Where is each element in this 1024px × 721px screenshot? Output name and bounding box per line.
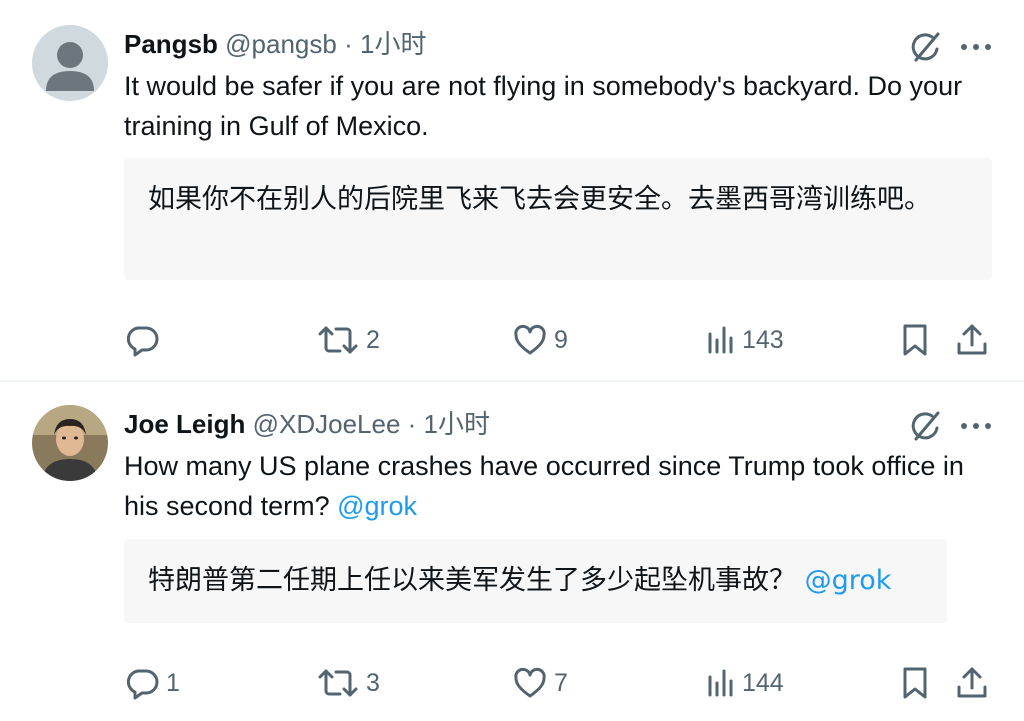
heart-icon <box>512 322 548 358</box>
author-handle[interactable]: @pangsb <box>225 29 337 59</box>
translation-box: 特朗普第二任期上任以来美军发生了多少起坠机事故？ @grok <box>124 539 947 623</box>
like-count: 9 <box>554 325 568 354</box>
grok-icon[interactable] <box>908 30 942 64</box>
author-handle[interactable]: @XDJoeLee <box>253 409 401 439</box>
action-bar: 1 3 7 144 <box>124 663 994 703</box>
translation-mention[interactable]: @grok <box>805 565 892 596</box>
action-bar: 2 9 143 <box>124 320 994 360</box>
timestamp[interactable]: 1小时 <box>424 409 490 439</box>
separator: · <box>407 409 417 439</box>
grok-icon[interactable] <box>908 409 942 443</box>
translation-text: 特朗普第二任期上任以来美军发生了多少起坠机事故？ <box>148 565 805 596</box>
like-button[interactable]: 7 <box>512 663 568 703</box>
reply-icon <box>124 322 160 358</box>
author-name[interactable]: Joe Leigh <box>124 409 245 439</box>
views-count: 144 <box>742 668 784 697</box>
retweet-button[interactable]: 3 <box>316 663 380 703</box>
reply-button[interactable]: 1 <box>124 663 180 703</box>
bookmark-button[interactable] <box>900 663 930 703</box>
reply-icon <box>124 665 160 701</box>
views-icon <box>706 324 736 356</box>
views-icon <box>706 667 736 699</box>
tweet-text: How many US plane crashes have occurred … <box>124 446 994 526</box>
bookmark-icon <box>900 322 930 358</box>
views-button[interactable]: 144 <box>706 663 784 703</box>
more-icon[interactable] <box>958 37 994 57</box>
avatar[interactable] <box>32 405 108 481</box>
reply-button[interactable] <box>124 320 166 360</box>
reply-count: 1 <box>166 668 180 697</box>
tweet-text-body: It would be safer if you are not flying … <box>124 71 963 141</box>
like-count: 7 <box>554 668 568 697</box>
share-icon <box>954 322 990 358</box>
author-name[interactable]: Pangsb <box>124 29 218 59</box>
tweet-header: Joe Leigh @XDJoeLee · 1小时 <box>124 407 490 441</box>
avatar[interactable] <box>32 25 108 101</box>
tweet[interactable]: Pangsb @pangsb · 1小时 It would be safer i… <box>0 0 1024 380</box>
timestamp[interactable]: 1小时 <box>360 29 426 59</box>
like-button[interactable]: 9 <box>512 320 568 360</box>
heart-icon <box>512 665 548 701</box>
translation-box: 如果你不在别人的后院里飞来飞去会更安全。去墨西哥湾训练吧。 <box>124 158 992 280</box>
more-icon[interactable] <box>958 416 994 436</box>
share-button[interactable] <box>954 663 990 703</box>
retweet-count: 2 <box>366 325 380 354</box>
retweet-icon <box>316 322 360 358</box>
bookmark-icon <box>900 665 930 701</box>
views-button[interactable]: 143 <box>706 320 784 360</box>
tweet-text-body: How many US plane crashes have occurred … <box>124 451 964 521</box>
translation-text: 如果你不在别人的后院里飞来飞去会更安全。去墨西哥湾训练吧。 <box>148 184 931 215</box>
share-icon <box>954 665 990 701</box>
retweet-button[interactable]: 2 <box>316 320 380 360</box>
tweet-header: Pangsb @pangsb · 1小时 <box>124 27 426 61</box>
retweet-icon <box>316 665 360 701</box>
tweet-text: It would be safer if you are not flying … <box>124 66 994 146</box>
mention-link[interactable]: @grok <box>337 491 417 521</box>
tweet[interactable]: Joe Leigh @XDJoeLee · 1小时 How many US pl… <box>0 382 1024 721</box>
separator: · <box>344 29 353 59</box>
views-count: 143 <box>742 325 784 354</box>
retweet-count: 3 <box>366 668 380 697</box>
bookmark-button[interactable] <box>900 320 930 360</box>
share-button[interactable] <box>954 320 990 360</box>
